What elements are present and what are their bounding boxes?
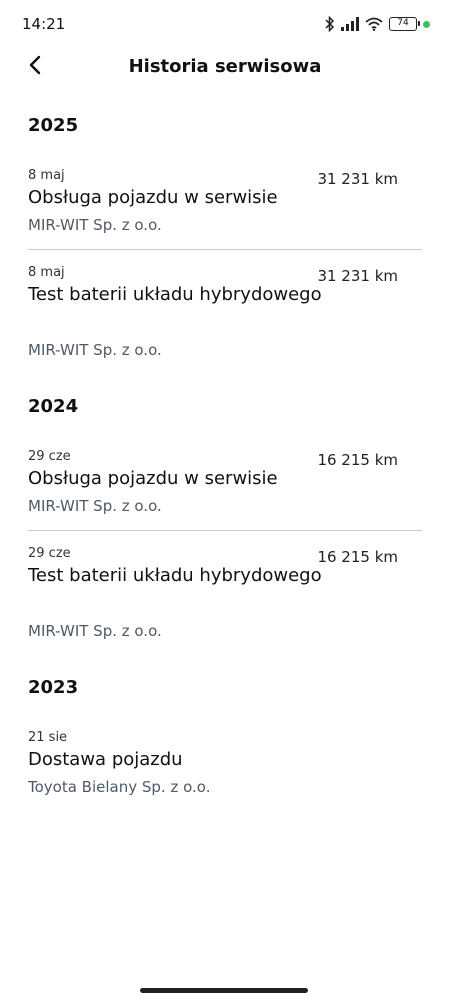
entry-date: 29 cze bbox=[28, 546, 71, 561]
divider bbox=[28, 249, 422, 250]
page-title: Historia serwisowa bbox=[128, 56, 322, 77]
entry-dealer: MIR-WIT Sp. z o.o. bbox=[28, 216, 162, 234]
entry-mileage: 16 215 km bbox=[317, 451, 398, 469]
divider bbox=[28, 530, 422, 531]
year-header: 2023 bbox=[28, 677, 79, 698]
entry-dealer: Toyota Bielany Sp. z o.o. bbox=[28, 778, 211, 796]
wifi-icon bbox=[365, 17, 383, 31]
entry-dealer: MIR-WIT Sp. z o.o. bbox=[28, 622, 162, 640]
service-entry[interactable]: 29 cze 16 215 km Test baterii układu hyb… bbox=[28, 546, 422, 646]
service-entry[interactable]: 8 maj 31 231 km Test baterii układu hybr… bbox=[28, 265, 422, 365]
entry-date: 8 maj bbox=[28, 265, 65, 280]
entry-mileage: 31 231 km bbox=[317, 170, 398, 188]
entry-date: 21 sie bbox=[28, 730, 68, 745]
privacy-indicator-dot bbox=[423, 20, 430, 28]
home-indicator[interactable] bbox=[140, 988, 308, 993]
app-bar: Historia serwisowa bbox=[0, 44, 450, 90]
entry-title: Test baterii układu hybrydowego bbox=[28, 565, 322, 586]
year-header: 2025 bbox=[28, 115, 79, 136]
status-bar: 14:21 74 bbox=[0, 0, 450, 50]
entry-title: Dostawa pojazdu bbox=[28, 749, 183, 770]
entry-date: 8 maj bbox=[28, 168, 65, 183]
entry-dealer: MIR-WIT Sp. z o.o. bbox=[28, 341, 162, 359]
status-icons: 74 bbox=[325, 14, 430, 34]
service-entry[interactable]: 29 cze 16 215 km Obsługa pojazdu w serwi… bbox=[28, 449, 422, 521]
bluetooth-icon bbox=[325, 16, 335, 32]
service-entry[interactable]: 8 maj 31 231 km Obsługa pojazdu w serwis… bbox=[28, 168, 422, 240]
service-entry[interactable]: 21 sie Dostawa pojazdu Toyota Bielany Sp… bbox=[28, 730, 422, 802]
entry-date: 29 cze bbox=[28, 449, 71, 464]
year-header: 2024 bbox=[28, 396, 79, 417]
status-time: 14:21 bbox=[22, 15, 66, 33]
entry-mileage: 16 215 km bbox=[317, 548, 398, 566]
entry-title: Test baterii układu hybrydowego bbox=[28, 284, 322, 305]
entry-mileage: 31 231 km bbox=[317, 267, 398, 285]
signal-icon bbox=[341, 17, 359, 31]
entry-title: Obsługa pojazdu w serwisie bbox=[28, 468, 278, 489]
entry-dealer: MIR-WIT Sp. z o.o. bbox=[28, 497, 162, 515]
entry-title: Obsługa pojazdu w serwisie bbox=[28, 187, 278, 208]
battery-icon: 74 bbox=[389, 17, 420, 31]
